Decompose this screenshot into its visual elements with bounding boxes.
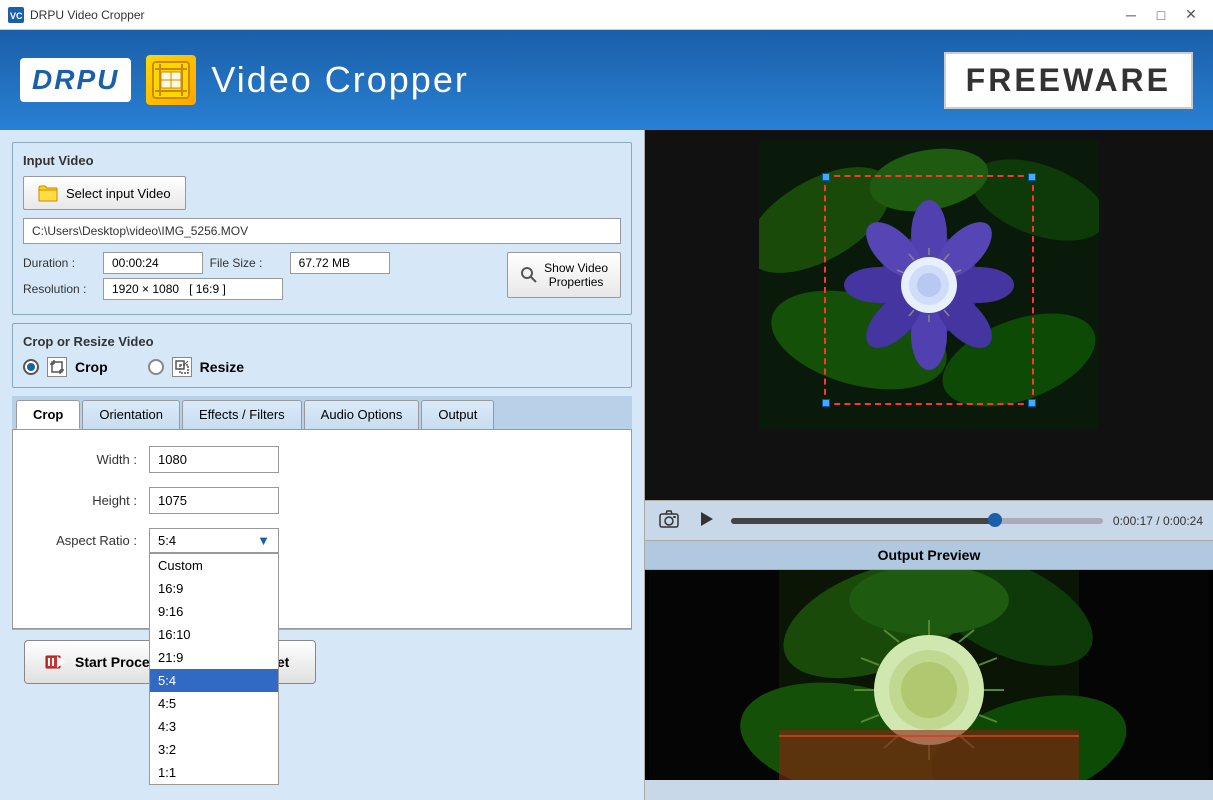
progress-fill [731, 518, 995, 524]
select-video-label: Select input Video [66, 186, 171, 201]
option-16-10[interactable]: 16:10 [150, 623, 278, 646]
tab-content-crop: Width : Height : Aspect Ratio : 5:4 ▼ [12, 429, 632, 629]
video-info: Duration : 00:00:24 File Size : 67.72 MB… [23, 252, 621, 304]
width-row: Width : [29, 446, 615, 473]
tab-effects[interactable]: Effects / Filters [182, 400, 302, 429]
input-video-section: Input Video Select input Video Duration … [12, 142, 632, 315]
right-panel: 0:00:17 / 0:00:24 Output Preview [645, 130, 1213, 800]
aspect-ratio-wrapper: 5:4 ▼ Custom 16:9 9:16 16:10 21:9 5:4 4:… [149, 528, 279, 553]
dropdown-arrow-icon: ▼ [257, 533, 270, 548]
crop-icon-box [47, 357, 67, 377]
magnifier-icon [520, 266, 538, 284]
filesize-value: 67.72 MB [290, 252, 390, 274]
crop-resize-radio-group: Crop Resize [23, 357, 621, 377]
main-content: Input Video Select input Video Duration … [0, 130, 1213, 800]
resolution-value: 1920 × 1080 [ 16:9 ] [103, 278, 283, 300]
app-icon-header [146, 55, 196, 105]
left-panel: Input Video Select input Video Duration … [0, 130, 645, 800]
aspect-ratio-dropdown-trigger[interactable]: 5:4 ▼ [149, 528, 279, 553]
time-display: 0:00:17 / 0:00:24 [1113, 514, 1203, 528]
titlebar: VC DRPU Video Cropper ─ □ ✕ [0, 0, 1213, 30]
folder-icon [38, 183, 58, 203]
crop-resize-title: Crop or Resize Video [23, 334, 621, 349]
crop-label: Crop [75, 359, 108, 375]
width-input[interactable] [149, 446, 279, 473]
crop-radio-option[interactable]: Crop [23, 357, 108, 377]
option-4-3[interactable]: 4:3 [150, 715, 278, 738]
height-input[interactable] [149, 487, 279, 514]
tab-orientation[interactable]: Orientation [82, 400, 180, 429]
progress-bar[interactable] [731, 518, 1103, 524]
filesize-label: File Size : [210, 256, 290, 270]
tabs-container: Crop Orientation Effects / Filters Audio… [12, 396, 632, 629]
start-icon [45, 651, 67, 673]
option-21-9[interactable]: 21:9 [150, 646, 278, 669]
video-preview-area [645, 130, 1213, 500]
play-button[interactable] [693, 506, 721, 535]
select-video-button[interactable]: Select input Video [23, 176, 186, 210]
option-16-9[interactable]: 16:9 [150, 577, 278, 600]
tab-output[interactable]: Output [421, 400, 494, 429]
drpu-logo: DRPU [20, 58, 131, 102]
close-button[interactable]: ✕ [1177, 4, 1205, 26]
camera-icon [659, 510, 679, 528]
video-info-left: Duration : 00:00:24 File Size : 67.72 MB… [23, 252, 497, 304]
show-properties-button[interactable]: Show Video Properties [507, 252, 621, 298]
output-preview-title: Output Preview [645, 540, 1213, 570]
progress-thumb [988, 513, 1002, 527]
app-header: DRPU Video Cropper FREEWARE [0, 30, 1213, 130]
aspect-ratio-row: Aspect Ratio : 5:4 ▼ Custom 16:9 9:16 16… [29, 528, 615, 553]
file-path-input[interactable] [23, 218, 621, 244]
window-controls: ─ □ ✕ [1117, 4, 1205, 26]
crop-resize-section: Crop or Resize Video Crop [12, 323, 632, 388]
aspect-ratio-label: Aspect Ratio : [29, 533, 149, 548]
option-9-16[interactable]: 9:16 [150, 600, 278, 623]
resize-radio-option[interactable]: Resize [148, 357, 244, 377]
option-4-5[interactable]: 4:5 [150, 692, 278, 715]
app-title: DRPU Video Cropper [30, 8, 1117, 22]
tab-crop[interactable]: Crop [16, 400, 80, 429]
height-label: Height : [29, 493, 149, 508]
maximize-button[interactable]: □ [1147, 4, 1175, 26]
tabs-bar: Crop Orientation Effects / Filters Audio… [12, 396, 632, 429]
input-video-title: Input Video [23, 153, 621, 168]
resolution-label: Resolution : [23, 282, 103, 296]
option-5-4[interactable]: 5:4 [150, 669, 278, 692]
output-preview-content [645, 570, 1213, 780]
duration-label: Duration : [23, 256, 103, 270]
svg-text:VC: VC [10, 11, 23, 21]
aspect-ratio-dropdown-list: Custom 16:9 9:16 16:10 21:9 5:4 4:5 4:3 … [149, 553, 279, 785]
height-row: Height : [29, 487, 615, 514]
crop-radio-circle [23, 359, 39, 375]
screenshot-button[interactable] [655, 506, 683, 535]
output-preview-section: Output Preview [645, 540, 1213, 800]
play-icon [697, 510, 717, 528]
resolution-row: Resolution : 1920 × 1080 [ 16:9 ] [23, 278, 497, 300]
aspect-ratio-selected-value: 5:4 [158, 533, 257, 548]
minimize-button[interactable]: ─ [1117, 4, 1145, 26]
option-custom[interactable]: Custom [150, 554, 278, 577]
app-icon: VC [8, 7, 24, 23]
width-label: Width : [29, 452, 149, 467]
bottom-action-bar: Start Process Reset [12, 629, 632, 694]
tab-audio[interactable]: Audio Options [304, 400, 420, 429]
resize-radio-circle [148, 359, 164, 375]
resize-icon-box [172, 357, 192, 377]
option-3-2[interactable]: 3:2 [150, 738, 278, 761]
show-props-label: Show Video Properties [544, 261, 608, 289]
video-controls: 0:00:17 / 0:00:24 [645, 500, 1213, 540]
freeware-badge: FREEWARE [944, 52, 1193, 109]
option-1-1[interactable]: 1:1 [150, 761, 278, 784]
app-name: Video Cropper [211, 59, 469, 101]
duration-row: Duration : 00:00:24 File Size : 67.72 MB [23, 252, 497, 274]
duration-value: 00:00:24 [103, 252, 203, 274]
resize-label: Resize [200, 359, 244, 375]
